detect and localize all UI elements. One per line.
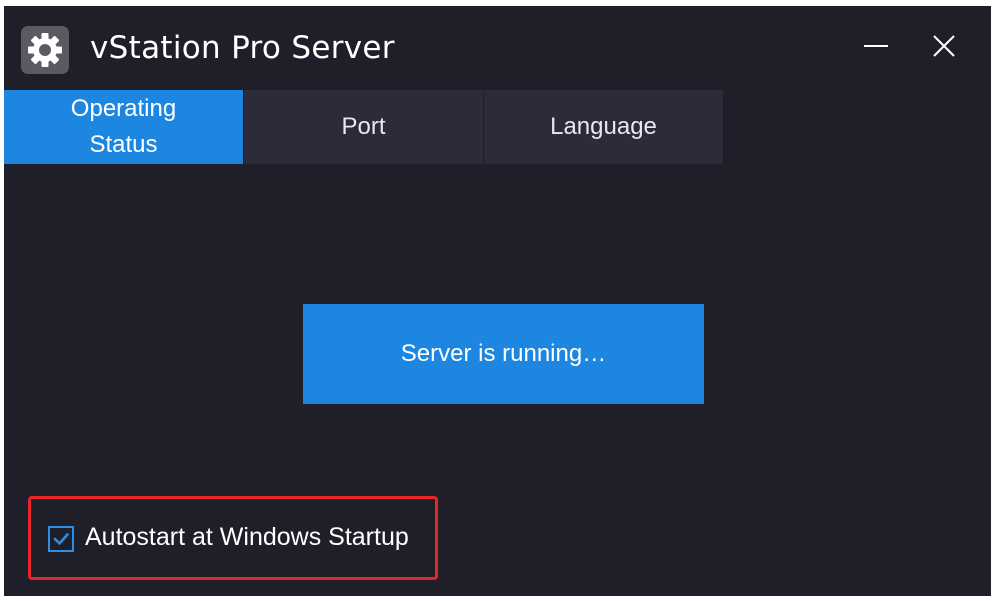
minimize-button[interactable] — [853, 26, 899, 66]
tab-label: Language — [550, 113, 657, 140]
tab-label: Port — [341, 113, 386, 140]
autostart-option-highlight: Autostart at Windows Startup — [28, 496, 438, 580]
tab-port[interactable]: Port — [244, 90, 483, 164]
minimize-icon — [864, 45, 888, 47]
checkmark-icon — [53, 533, 69, 545]
tab-operating-status[interactable]: Operating Status — [4, 90, 243, 164]
tab-label: Operating Status — [70, 95, 177, 158]
gear-icon — [21, 26, 69, 74]
title-bar[interactable]: vStation Pro Server — [4, 6, 991, 90]
close-button[interactable] — [921, 26, 967, 66]
autostart-label[interactable]: Autostart at Windows Startup — [85, 523, 409, 552]
autostart-checkbox[interactable] — [48, 526, 74, 552]
server-status-panel: Server is running… — [303, 304, 704, 404]
close-icon — [933, 35, 955, 57]
tab-language[interactable]: Language — [484, 90, 723, 164]
app-window: vStation Pro Server Operating Status Por… — [4, 6, 991, 596]
window-title: vStation Pro Server — [90, 30, 395, 66]
server-status-text: Server is running… — [400, 340, 607, 367]
tab-bar: Operating Status Port Language — [4, 90, 724, 164]
